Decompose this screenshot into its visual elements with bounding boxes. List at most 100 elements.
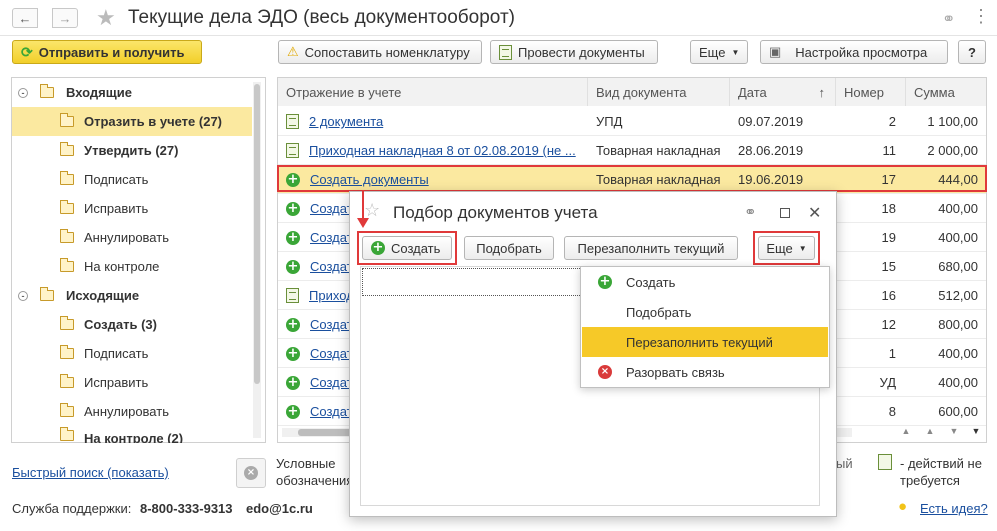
tree-item-annul[interactable]: Аннулировать — [12, 223, 252, 252]
number-cell: 2 — [888, 114, 896, 129]
sum-cell: 680,00 — [938, 259, 978, 274]
forward-button[interactable]: → — [52, 8, 78, 28]
date-cell: 28.06.2019 — [738, 143, 804, 158]
menu-item-label: Разорвать связь — [626, 364, 725, 380]
number-cell: 8 — [888, 404, 896, 419]
document-icon — [286, 143, 299, 158]
dialog-maximize-icon[interactable] — [780, 208, 790, 218]
reflection-link[interactable]: Создат — [310, 317, 353, 332]
tree-item-sign-out[interactable]: Подписать — [12, 339, 252, 368]
help-button[interactable]: ? — [958, 40, 986, 64]
folder-icon — [60, 113, 74, 127]
plus-icon: + — [598, 274, 612, 289]
post-document-icon — [499, 44, 512, 60]
tree-group-outgoing[interactable]: - Исходящие — [12, 281, 252, 310]
link-icon[interactable]: ⚭ — [942, 9, 955, 29]
tree-item-control[interactable]: На контроле — [12, 252, 252, 281]
sum-cell: 400,00 — [938, 230, 978, 245]
no-action-icon — [878, 454, 892, 470]
scroll-up-icon[interactable]: ▲ — [920, 426, 940, 440]
match-nomenclature-label: Сопоставить номенклатуру — [304, 44, 470, 60]
folder-icon — [60, 142, 74, 156]
column-header-label: Сумма — [914, 84, 955, 100]
dialog-select-button[interactable]: Подобрать — [464, 236, 554, 260]
menu-item-break-link[interactable]: × Разорвать связь — [582, 357, 828, 387]
more-label: Еще — [699, 44, 726, 60]
folder-icon — [60, 427, 74, 441]
scroll-down-icon[interactable]: ▼ — [944, 426, 964, 440]
plus-icon: + — [286, 345, 300, 361]
reflection-link[interactable]: Создат — [310, 201, 353, 216]
menu-item-select[interactable]: Подобрать — [582, 297, 828, 327]
column-header-date[interactable]: Дата ↑ — [730, 78, 836, 106]
number-cell: 1 — [888, 346, 896, 361]
view-settings-button[interactable]: ▣ Настройка просмотра — [760, 40, 948, 64]
scroll-top-icon[interactable]: ▲ — [896, 426, 916, 440]
reflection-link[interactable]: Создат — [310, 230, 353, 245]
match-nomenclature-button[interactable]: ⚠ Сопоставить номенклатуру — [278, 40, 482, 64]
menu-item-create[interactable]: + Создать — [582, 267, 828, 297]
tree-item-fix-out[interactable]: Исправить — [12, 368, 252, 397]
send-receive-button[interactable]: ⟳ Отправить и получить — [12, 40, 202, 64]
tree-item-label: На контроле — [84, 259, 160, 274]
table-row[interactable]: Приходная накладная 8 от 02.08.2019 (не … — [278, 136, 986, 165]
column-header-doc-type[interactable]: Вид документа — [588, 78, 730, 106]
reflection-link[interactable]: Создат — [310, 375, 353, 390]
reflection-link[interactable]: Приход — [309, 288, 354, 303]
quick-search-link[interactable]: Быстрый поиск (показать) — [12, 465, 169, 480]
back-button[interactable]: ← — [12, 8, 38, 28]
column-header-label: Отражение в учете — [286, 84, 402, 100]
collapse-icon[interactable]: - — [18, 87, 28, 98]
tree-item-sign[interactable]: Подписать — [12, 165, 252, 194]
favorite-star-icon[interactable]: ★ — [96, 5, 116, 31]
warning-icon: ⚠ — [287, 44, 299, 59]
doc-type-cell: УПД — [596, 114, 623, 129]
menu-item-refill[interactable]: Перезаполнить текущий — [582, 327, 828, 357]
reflection-link[interactable]: Создат — [310, 346, 353, 361]
post-documents-button[interactable]: Провести документы — [490, 40, 658, 64]
sum-cell: 512,00 — [938, 288, 978, 303]
dialog-close-icon[interactable]: ✕ — [808, 203, 821, 223]
tree-item-label: Создать (3) — [84, 317, 157, 332]
arrow-left-icon: ← — [18, 10, 32, 26]
scroll-bottom-icon[interactable]: ▼ — [966, 426, 986, 440]
column-header-number[interactable]: Номер — [836, 78, 906, 106]
tree-item-fix[interactable]: Исправить — [12, 194, 252, 223]
send-receive-label: Отправить и получить — [38, 44, 185, 60]
reflection-link[interactable]: Создат — [310, 259, 353, 274]
menu-item-label: Перезаполнить текущий — [626, 334, 773, 350]
column-header-label: Дата — [738, 84, 767, 100]
reflection-link[interactable]: Приходная накладная 8 от 02.08.2019 (не … — [309, 143, 576, 158]
more-button[interactable]: Еще ▼ — [690, 40, 748, 64]
tree-item-approve[interactable]: Утвердить (27) — [12, 136, 252, 165]
dialog-link-icon[interactable]: ⚭ — [744, 203, 757, 221]
tree-item-create[interactable]: Создать (3) — [12, 310, 252, 339]
menu-item-label: Подобрать — [626, 304, 692, 320]
collapse-icon[interactable]: - — [18, 290, 28, 301]
number-cell: 19 — [881, 230, 896, 245]
tree-scrollbar-thumb[interactable] — [254, 84, 260, 384]
ideas-link[interactable]: Есть идея? — [920, 501, 988, 516]
tree-item-annul-out[interactable]: Аннулировать — [12, 397, 252, 426]
legend-label-1: Условные — [276, 456, 336, 471]
tree-item-reflect[interactable]: Отразить в учете (27) — [12, 107, 252, 136]
legend-button[interactable]: × — [236, 458, 266, 488]
tree-scrollbar[interactable] — [253, 82, 261, 438]
support-email: edo@1c.ru — [246, 501, 313, 516]
dialog-refill-label: Перезаполнить текущий — [577, 240, 725, 256]
folder-icon — [60, 200, 74, 214]
tree-item-control-out[interactable]: На контроле (2) — [12, 426, 252, 443]
tree-group-incoming[interactable]: - Входящие — [12, 78, 252, 107]
folder-icon — [60, 403, 74, 417]
column-header-sum[interactable]: Сумма — [906, 78, 986, 106]
reflection-link[interactable]: Создат — [310, 404, 353, 419]
arrow-right-icon: → — [58, 10, 72, 26]
plus-icon: + — [286, 258, 300, 274]
dialog-refill-button[interactable]: Перезаполнить текущий — [564, 236, 738, 260]
menu-dots-icon[interactable]: ⋮ — [972, 6, 990, 27]
column-header-reflection[interactable]: Отражение в учете — [278, 78, 588, 106]
reflection-link[interactable]: 2 документа — [309, 114, 383, 129]
folder-icon — [40, 84, 54, 98]
break-link-icon: × — [598, 365, 612, 379]
table-row[interactable]: 2 документа УПД 09.07.2019 2 1 100,00 — [278, 107, 986, 136]
